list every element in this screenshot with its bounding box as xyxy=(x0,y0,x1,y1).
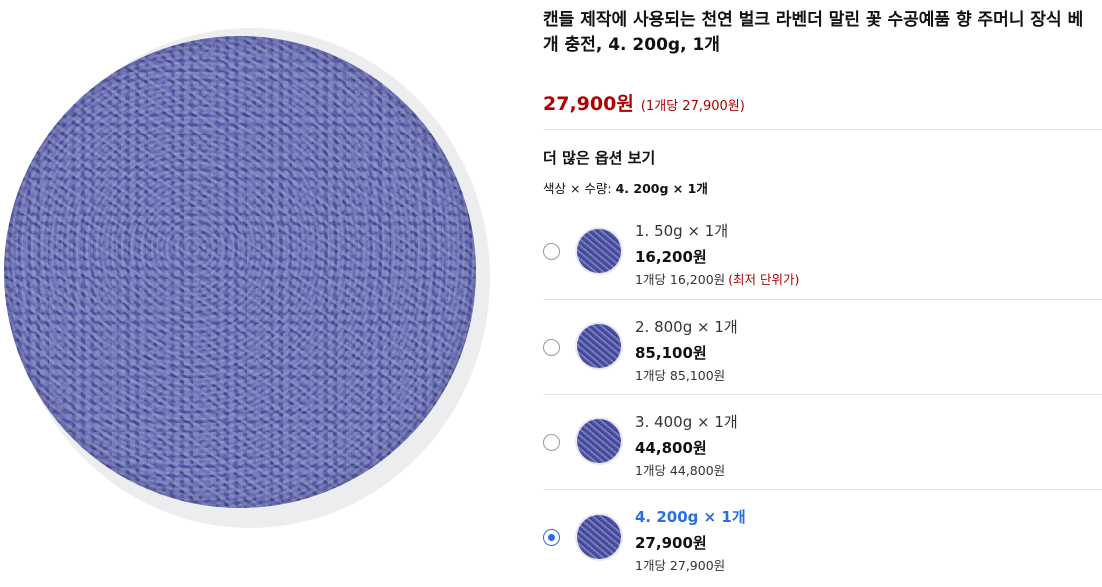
option-unit-price: 1개당 16,200원 (최저 단위가) xyxy=(635,269,799,288)
option-radio[interactable] xyxy=(543,339,560,356)
product-image[interactable] xyxy=(0,0,530,587)
option-price: 16,200원 xyxy=(635,248,707,266)
more-options-link[interactable]: 더 많은 옵션 보기 xyxy=(543,147,655,168)
product-info: 캔들 제작에 사용되는 천연 벌크 라벤더 말린 꽃 수공예품 향 주머니 장식… xyxy=(543,0,1102,587)
option-price: 44,800원 xyxy=(635,439,707,457)
unit-price: (1개당 27,900원) xyxy=(640,99,745,114)
selection-summary: 색상 × 수량: 4. 200g × 1개 xyxy=(543,178,708,197)
option-radio[interactable] xyxy=(543,434,560,451)
option-label: 2. 800g × 1개 xyxy=(635,318,738,336)
summary-value: 4. 200g × 1개 xyxy=(615,181,708,196)
option-item-selected[interactable]: 4. 200g × 1개 27,900원 1개당 27,900원 xyxy=(543,489,1102,587)
lowest-unit-badge: (최저 단위가) xyxy=(728,272,800,287)
price-row: 27,900원 (1개당 27,900원) xyxy=(543,89,745,116)
product-title: 캔들 제작에 사용되는 천연 벌크 라벤더 말린 꽃 수공예품 향 주머니 장식… xyxy=(543,10,1084,55)
option-thumbnail xyxy=(577,419,621,463)
option-price: 85,100원 xyxy=(635,344,707,362)
lavender-image xyxy=(4,36,476,508)
option-unit-text: 1개당 16,200원 xyxy=(635,272,726,287)
option-unit-price: 1개당 85,100원 xyxy=(635,368,726,383)
option-thumbnail xyxy=(577,229,621,273)
option-item[interactable]: 3. 400g × 1개 44,800원 1개당 44,800원 xyxy=(543,394,1102,489)
option-unit-price: 1개당 44,800원 xyxy=(635,463,726,478)
summary-prefix: 색상 × 수량: xyxy=(543,181,616,196)
option-thumbnail xyxy=(577,324,621,368)
option-label: 3. 400g × 1개 xyxy=(635,413,738,431)
option-radio[interactable] xyxy=(543,243,560,260)
option-item[interactable]: 2. 800g × 1개 85,100원 1개당 85,100원 xyxy=(543,299,1102,394)
option-item[interactable]: 1. 50g × 1개 16,200원 1개당 16,200원 (최저 단위가) xyxy=(543,205,1102,300)
option-thumbnail xyxy=(577,515,621,559)
option-label: 4. 200g × 1개 xyxy=(635,508,746,526)
option-price: 27,900원 xyxy=(635,534,707,552)
option-unit-price: 1개당 27,900원 xyxy=(635,558,726,573)
option-label: 1. 50g × 1개 xyxy=(635,222,729,240)
product-price: 27,900원 xyxy=(543,93,634,115)
divider xyxy=(543,129,1102,130)
option-radio-checked[interactable] xyxy=(543,529,560,546)
